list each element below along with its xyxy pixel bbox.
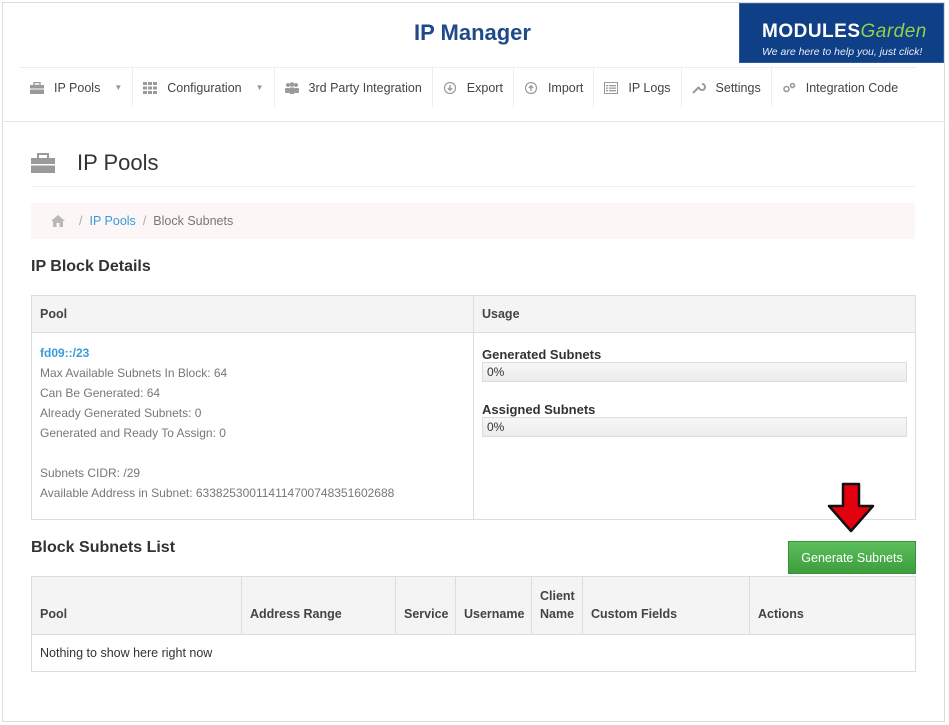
main-nav: IP Pools ▼ Configuration ▼ 3rd Party Int… (20, 67, 916, 107)
detail-max-available: Max Available Subnets In Block: 64 (40, 366, 228, 380)
nav-item-settings[interactable]: Settings (682, 68, 772, 107)
detail-subnets-cidr: Subnets CIDR: /29 (40, 466, 141, 480)
logo-tagline: We are here to help you, just click! (762, 46, 923, 58)
nav-label: Import (547, 80, 584, 95)
breadcrumb: / IP Pools / Block Subnets (31, 203, 915, 239)
wrench-icon (691, 82, 706, 94)
column-header-actions: Actions (758, 607, 804, 621)
nav-label: 3rd Party Integration (308, 80, 422, 95)
nav-label: IP Pools (54, 80, 101, 95)
red-arrow-down-icon (827, 482, 875, 533)
nav-label: Settings (715, 80, 761, 95)
upload-circle-icon (524, 81, 538, 94)
nav-label: IP Logs (628, 80, 671, 95)
generated-subnets-progress: 0% (482, 362, 907, 382)
download-circle-icon (443, 81, 456, 94)
column-header-client-name[interactable]: Client Name (532, 577, 583, 634)
nav-item-export[interactable]: Export (433, 68, 514, 107)
table-header: Pool Usage (32, 296, 915, 333)
page-title-divider (31, 186, 915, 187)
logo-brand: MODULESGarden (762, 21, 927, 42)
breadcrumb-separator: / (142, 214, 147, 228)
nav-item-ip-logs[interactable]: IP Logs (594, 68, 682, 107)
assigned-subnets-label: Assigned Subnets (482, 402, 596, 417)
chevron-down-icon: ▼ (114, 83, 123, 92)
group-icon (284, 81, 299, 94)
list-icon (604, 81, 619, 94)
pool-details-cell: fd09::/23 Max Available Subnets In Block… (32, 333, 474, 519)
detail-ready-to-assign: Generated and Ready To Assign: 0 (40, 426, 226, 440)
nav-label: Export (466, 80, 503, 95)
nav-label: Integration Code (805, 80, 899, 95)
briefcase-icon (30, 81, 44, 94)
column-header-username[interactable]: Username (456, 577, 532, 634)
page-title: IP Pools (77, 150, 159, 175)
home-icon[interactable] (51, 215, 65, 227)
nav-item-configuration[interactable]: Configuration ▼ (133, 68, 275, 107)
header-divider (2, 121, 945, 122)
nav-item-integration-code[interactable]: Integration Code (772, 68, 908, 107)
empty-table-message: Nothing to show here right now (40, 646, 213, 660)
column-header-custom-fields[interactable]: Custom Fields (583, 577, 750, 634)
page-header: IP Pools (31, 150, 159, 176)
block-subnets-list-heading: Block Subnets List (31, 539, 176, 556)
nav-item-3rd-party-integration[interactable]: 3rd Party Integration (275, 68, 433, 107)
column-header-address-range[interactable]: Address Range (242, 577, 396, 634)
column-header-pool: Pool (32, 296, 474, 332)
detail-spacer (40, 443, 465, 463)
nav-item-import[interactable]: Import (514, 68, 595, 107)
column-header-pool[interactable]: Pool (32, 577, 242, 634)
grid-icon (143, 81, 158, 94)
generate-subnets-button[interactable]: Generate Subnets (788, 541, 916, 574)
chevron-down-icon: ▼ (255, 83, 264, 92)
progress-value: 0% (487, 420, 505, 434)
breadcrumb-current: Block Subnets (153, 214, 234, 228)
assigned-subnets-progress: 0% (482, 417, 907, 437)
briefcase-icon (31, 153, 55, 173)
table-body: fd09::/23 Max Available Subnets In Block… (32, 333, 915, 519)
pool-link[interactable]: fd09::/23 (40, 343, 465, 363)
detail-can-be-generated: Can Be Generated: 64 (40, 386, 161, 400)
ip-block-details-table: Pool Usage fd09::/23 Max Available Subne… (31, 295, 916, 520)
block-subnets-table: Pool Address Range Service Username Clie… (31, 576, 916, 672)
table-header: Pool Address Range Service Username Clie… (32, 577, 915, 635)
modulesgarden-logo[interactable]: MODULESGarden We are here to help you, j… (739, 3, 944, 63)
progress-value: 0% (487, 365, 505, 379)
detail-already-generated: Already Generated Subnets: 0 (40, 406, 202, 420)
cogs-icon (782, 82, 796, 92)
nav-label: Configuration (167, 80, 242, 95)
breadcrumb-separator: / (79, 214, 83, 228)
generated-subnets-label: Generated Subnets (482, 347, 602, 362)
nav-item-ip-pools[interactable]: IP Pools ▼ (20, 68, 134, 107)
column-header-service[interactable]: Service (396, 577, 456, 634)
breadcrumb-link-ip-pools[interactable]: IP Pools (89, 214, 135, 228)
detail-available-address: Available Address in Subnet: 63382530011… (40, 486, 395, 500)
column-header-usage: Usage (482, 307, 520, 321)
ip-block-details-heading: IP Block Details (31, 258, 151, 275)
